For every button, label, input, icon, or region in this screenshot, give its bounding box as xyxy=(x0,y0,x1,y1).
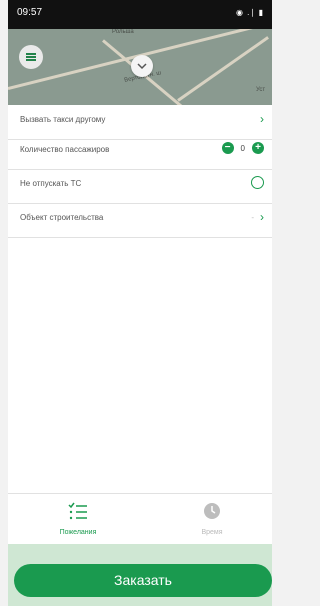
radio-toggle[interactable] xyxy=(251,176,264,189)
app-screen: 09:57 ◉ .∣ ▮ Рольша Вертолётн. ш Уст Выз… xyxy=(8,0,272,606)
chevron-down-icon xyxy=(137,63,147,70)
option-label: Объект строительства xyxy=(20,213,104,222)
passenger-count: 0 xyxy=(240,143,245,153)
tab-label: Время xyxy=(201,529,223,536)
tab-time[interactable]: Время xyxy=(172,502,252,536)
tab-wishes[interactable]: Пожелания xyxy=(38,502,118,536)
status-icons: ◉ .∣ ▮ xyxy=(235,8,264,17)
decrement-button[interactable]: − xyxy=(221,142,234,154)
collapse-button[interactable] xyxy=(131,55,153,77)
increment-button[interactable]: + xyxy=(252,142,264,154)
map-street-label: Рольша xyxy=(112,29,134,35)
order-button[interactable]: Заказать xyxy=(14,564,272,597)
hamburger-icon xyxy=(26,52,36,63)
map-street-label: Уст xyxy=(256,87,266,93)
option-label: Вызвать такси другому xyxy=(20,115,106,124)
tab-bar: Пожелания Время xyxy=(8,493,272,545)
option-label: Количество пассажиров xyxy=(20,145,110,154)
option-passengers: Количество пассажиров − 0 + xyxy=(8,132,272,170)
menu-button[interactable] xyxy=(19,45,43,69)
option-keep-vehicle[interactable]: Не отпускать ТС xyxy=(8,166,272,204)
status-bar: 09:57 ◉ .∣ ▮ xyxy=(8,0,272,29)
bottom-panel: Заказать xyxy=(8,544,272,606)
status-time: 09:57 xyxy=(17,7,43,18)
checklist-icon xyxy=(68,502,87,520)
option-construction-object[interactable]: Объект строительства - › xyxy=(8,200,272,238)
option-value: - xyxy=(251,212,254,222)
tab-label: Пожелания xyxy=(59,529,97,536)
option-label: Не отпускать ТС xyxy=(20,179,82,188)
chevron-right-icon: › xyxy=(260,210,264,224)
chevron-right-icon: › xyxy=(260,112,264,126)
clock-icon xyxy=(204,503,220,519)
